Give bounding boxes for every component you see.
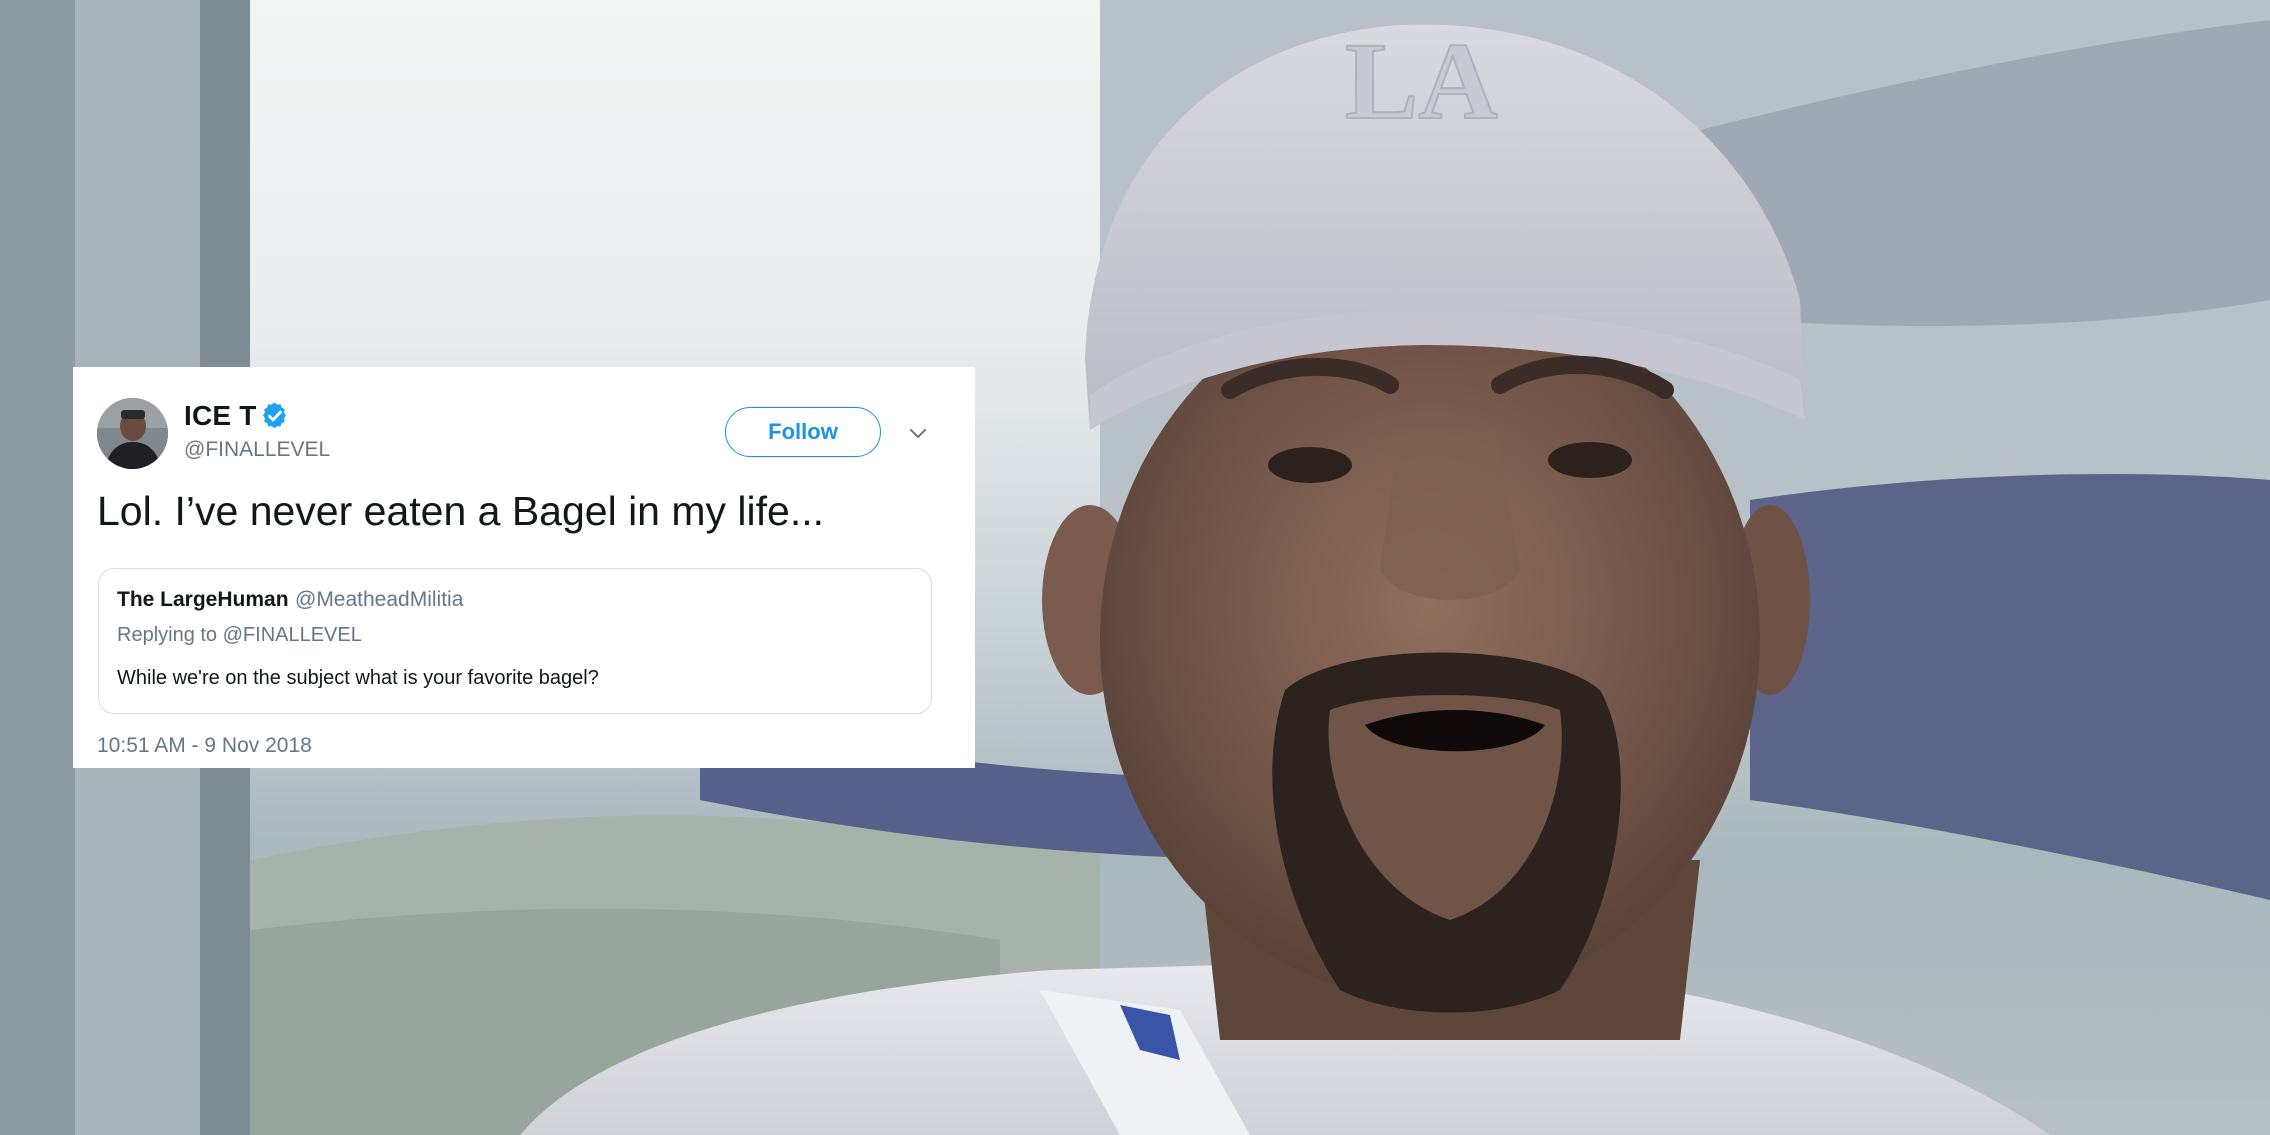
cap-logo: LA <box>1345 20 1498 142</box>
follow-button[interactable]: Follow <box>725 407 881 457</box>
avatar[interactable] <box>97 398 168 469</box>
quoted-tweet[interactable]: The LargeHuman @MeatheadMilitia Replying… <box>98 568 932 714</box>
quoted-author-name: The LargeHuman <box>117 588 289 611</box>
avatar-image <box>97 398 168 469</box>
author-handle[interactable]: @FINALLEVEL <box>184 438 330 462</box>
quoted-tweet-text: While we're on the subject what is your … <box>117 667 599 689</box>
author-display-name[interactable]: ICE T <box>184 400 257 432</box>
embedded-tweet-card: ICE T @FINALLEVEL Follow Lol. I’ve never… <box>73 367 975 768</box>
tweet-text: Lol. I’ve never eaten a Bagel in my life… <box>97 488 825 534</box>
replying-to-line: Replying to @FINALLEVEL <box>117 624 362 646</box>
quoted-author-handle: @MeatheadMilitia <box>295 588 464 611</box>
tweet-timestamp[interactable]: 10:51 AM - 9 Nov 2018 <box>97 734 312 758</box>
chevron-down-icon[interactable] <box>907 422 929 444</box>
verified-badge-icon <box>261 402 289 430</box>
